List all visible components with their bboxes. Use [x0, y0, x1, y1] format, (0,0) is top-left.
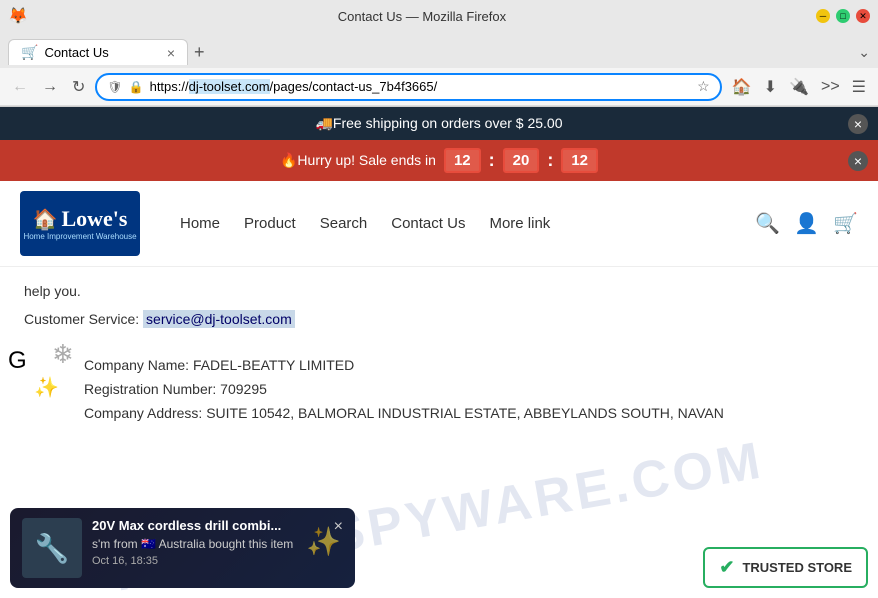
countdown-banner-close[interactable]: × [848, 151, 868, 171]
reg-label: Registration Number: [84, 381, 216, 397]
nav-product[interactable]: Product [244, 215, 296, 232]
url-display[interactable]: https://dj-toolset.com/pages/contact-us_… [150, 79, 692, 94]
cart-icon[interactable]: 🛒 [833, 211, 858, 236]
countdown-sep2: : [547, 150, 553, 171]
security-icon: 🛡 [107, 80, 122, 94]
maximize-button[interactable]: □ [836, 9, 850, 23]
search-icon[interactable]: 🔍 [755, 211, 780, 236]
popup-time: Oct 16, 18:35 [92, 555, 324, 567]
new-tab-button[interactable]: + [194, 42, 205, 63]
company-name-label: Company Name: [84, 357, 189, 373]
user-icon[interactable]: 👤 [794, 211, 819, 236]
google-icon: G [8, 347, 36, 375]
tab-close-button[interactable]: × [167, 45, 175, 61]
reg-value: 709295 [220, 381, 267, 397]
nav-contact[interactable]: Contact Us [391, 215, 465, 232]
site-navbar: 🏠 Lowe's Home Improvement Warehouse Home… [0, 181, 878, 267]
address-value: SUITE 10542, BALMORAL INDUSTRIAL ESTATE,… [206, 405, 724, 421]
reload-button[interactable]: ↻ [68, 75, 89, 99]
company-name-value: FADEL-BEATTY LIMITED [193, 357, 354, 373]
snowflake-icon: ❄ [52, 339, 74, 370]
popup-title: 20V Max cordless drill combi... [92, 518, 324, 533]
countdown-hours: 12 [444, 148, 481, 173]
address-row: Company Address: SUITE 10542, BALMORAL I… [84, 405, 854, 421]
container-icon[interactable]: 🏠 [728, 75, 756, 99]
lock-icon: 🔒 [129, 80, 144, 94]
forward-button[interactable]: → [38, 76, 62, 98]
trusted-store-label: TRUSTED STORE [742, 560, 852, 575]
trusted-checkmark-icon: ✔ [719, 557, 734, 578]
logo-house-icon: 🏠 [33, 207, 58, 232]
trusted-store-badge: ✔ TRUSTED STORE [703, 547, 868, 588]
popup-body: s'm from 🇦🇺 Australia bought this item [92, 537, 324, 551]
minimize-button[interactable]: ─ [816, 9, 830, 23]
logo-subtitle: Home Improvement Warehouse [23, 232, 136, 241]
popup-sparkle-icon: ✨ [306, 525, 341, 558]
company-info: Company Name: FADEL-BEATTY LIMITED Regis… [24, 347, 854, 439]
countdown-minutes: 20 [503, 148, 540, 173]
bookmark-star-icon[interactable]: ☆ [697, 78, 710, 95]
countdown-seconds: 12 [561, 148, 598, 173]
service-email: service@dj-toolset.com [143, 310, 295, 328]
close-button[interactable]: ✕ [856, 9, 870, 23]
site-navigation: Home Product Search Contact Us More link [180, 215, 550, 232]
popup-notification: 🔧 20V Max cordless drill combi... s'm fr… [10, 508, 355, 588]
menu-button[interactable]: ☰ [848, 75, 870, 99]
active-tab[interactable]: 🛒 Contact Us × [8, 39, 188, 65]
customer-service-line: Customer Service: service@dj-toolset.com [24, 311, 854, 327]
firefox-logo-icon: 🦊 [8, 6, 28, 26]
back-button[interactable]: ← [8, 76, 32, 98]
customer-service-label: Customer Service: [24, 311, 139, 327]
shipping-text: 🚚Free shipping on orders over $ 25.00 [315, 115, 562, 131]
nav-home[interactable]: Home [180, 215, 220, 232]
sparkle-icon: ✨ [34, 375, 59, 400]
window-title: Contact Us — Mozilla Firefox [28, 9, 816, 24]
tab-overflow-button[interactable]: ⌄ [858, 44, 870, 61]
help-text: help you. [24, 283, 854, 299]
extensions-button[interactable]: 🔌 [785, 75, 813, 99]
countdown-text: 🔥Hurry up! Sale ends in [280, 152, 436, 169]
logo-text: Lowe's [61, 206, 127, 232]
company-name-row: Company Name: FADEL-BEATTY LIMITED [84, 357, 854, 373]
url-domain-highlight: dj-toolset.com [189, 79, 270, 94]
tab-favicon-icon: 🛒 [21, 44, 38, 61]
countdown-sep1: : [489, 150, 495, 171]
address-bar[interactable]: 🛡 🔒 https://dj-toolset.com/pages/contact… [95, 73, 721, 101]
shipping-banner-close[interactable]: × [848, 114, 868, 134]
popup-content: 20V Max cordless drill combi... s'm from… [92, 518, 324, 567]
nav-search[interactable]: Search [320, 215, 368, 232]
countdown-banner: 🔥Hurry up! Sale ends in 12 : 20 : 12 × [0, 140, 878, 181]
reg-number-row: Registration Number: 709295 [84, 381, 854, 397]
tab-label: Contact Us [44, 45, 160, 60]
site-logo[interactable]: 🏠 Lowe's Home Improvement Warehouse [20, 191, 140, 256]
address-label: Company Address: [84, 405, 202, 421]
overflow-button[interactable]: >> [817, 76, 844, 98]
nav-more[interactable]: More link [489, 215, 550, 232]
popup-product-image: 🔧 [22, 518, 82, 578]
downloads-button[interactable]: ⬇ [760, 75, 781, 99]
shipping-banner: 🚚Free shipping on orders over $ 25.00 × [0, 107, 878, 140]
